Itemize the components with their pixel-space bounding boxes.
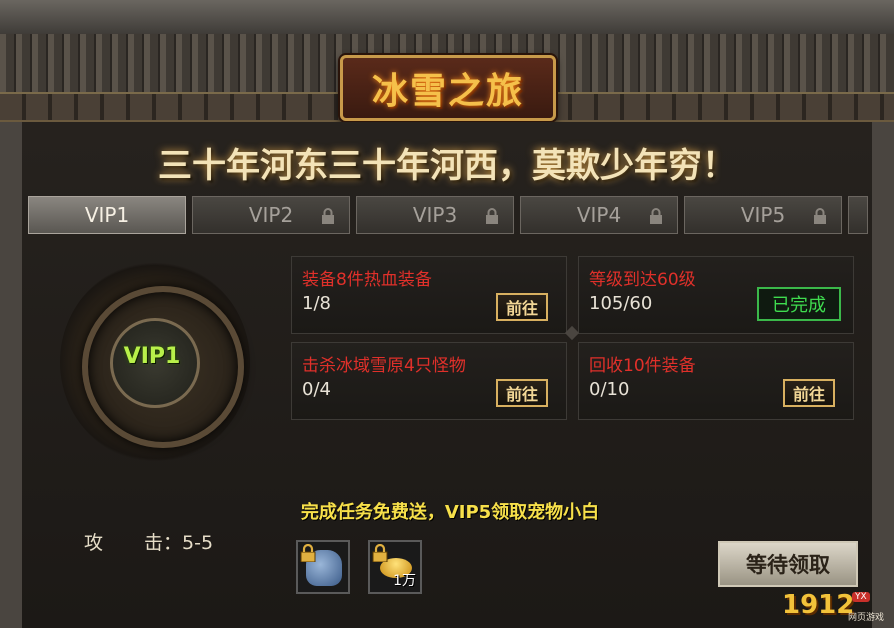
tab-label: VIP5	[740, 203, 786, 227]
task-card: 回收10件装备 0/10 前往	[578, 342, 854, 420]
vip-level-label: VIP1	[123, 344, 181, 369]
lock-icon	[486, 208, 498, 224]
attack-value: 击：5-5	[144, 532, 214, 554]
goto-button[interactable]: 前往	[496, 293, 548, 321]
reward-item-gold[interactable]: 1万	[368, 540, 422, 594]
task-progress: 105/60	[589, 293, 653, 314]
tab-label: VIP4	[576, 203, 622, 227]
headline: 三十年河东三十年河西，莫欺少年穷！	[158, 146, 736, 186]
tab-label: VIP1	[84, 203, 130, 227]
tab-vip1[interactable]: VIP1	[28, 196, 186, 234]
lock-icon	[322, 208, 334, 224]
site-logo: 1912 YX 网页游戏	[782, 590, 888, 624]
task-name: 等级到达60级	[589, 270, 696, 290]
lock-icon	[300, 544, 316, 562]
goto-button[interactable]: 前往	[496, 379, 548, 407]
task-name: 装备8件热血装备	[302, 270, 432, 290]
task-name: 回收10件装备	[589, 356, 696, 376]
task-card: 装备8件热血装备 1/8 前往	[291, 256, 567, 334]
claim-button[interactable]: 等待领取	[718, 541, 858, 587]
tab-label: VIP3	[412, 203, 458, 227]
game-window: 冰雪之旅 三十年河东三十年河西，莫欺少年穷！ VIP1 VIP2 VIP3 VI…	[0, 0, 894, 628]
roof-ridge	[0, 0, 894, 34]
task-progress: 0/10	[589, 379, 630, 400]
lock-icon	[650, 208, 662, 224]
task-progress: 0/4	[302, 379, 331, 400]
lock-icon	[814, 208, 826, 224]
lock-icon	[372, 544, 388, 562]
tab-vip2[interactable]: VIP2	[192, 196, 350, 234]
tab-vip5[interactable]: VIP5	[684, 196, 842, 234]
logo-subtitle: 网页游戏	[848, 613, 885, 623]
task-card: 击杀冰域雪原4只怪物 0/4 前往	[291, 342, 567, 420]
logo-number: 1912	[782, 590, 855, 620]
tab-vip3[interactable]: VIP3	[356, 196, 514, 234]
title-plaque: 冰雪之旅	[340, 55, 556, 121]
vip-tabs: VIP1 VIP2 VIP3 VIP4 VIP5	[28, 196, 868, 236]
logo-badge: YX	[852, 592, 870, 602]
completed-badge: 已完成	[757, 287, 841, 321]
reward-description: 完成任务免费送，VIP5领取宠物小白	[300, 502, 600, 523]
tab-label: VIP2	[248, 203, 294, 227]
tab-vip4[interactable]: VIP4	[520, 196, 678, 234]
task-progress: 1/8	[302, 293, 331, 314]
task-name: 击杀冰域雪原4只怪物	[302, 356, 466, 376]
reward-item-pet[interactable]	[296, 540, 350, 594]
task-card: 等级到达60级 105/60 已完成	[578, 256, 854, 334]
tab-overflow[interactable]	[848, 196, 868, 234]
item-quantity: 1万	[393, 573, 416, 589]
goto-button[interactable]: 前往	[783, 379, 835, 407]
window-title: 冰雪之旅	[371, 70, 524, 112]
attack-label: 攻	[84, 532, 104, 554]
